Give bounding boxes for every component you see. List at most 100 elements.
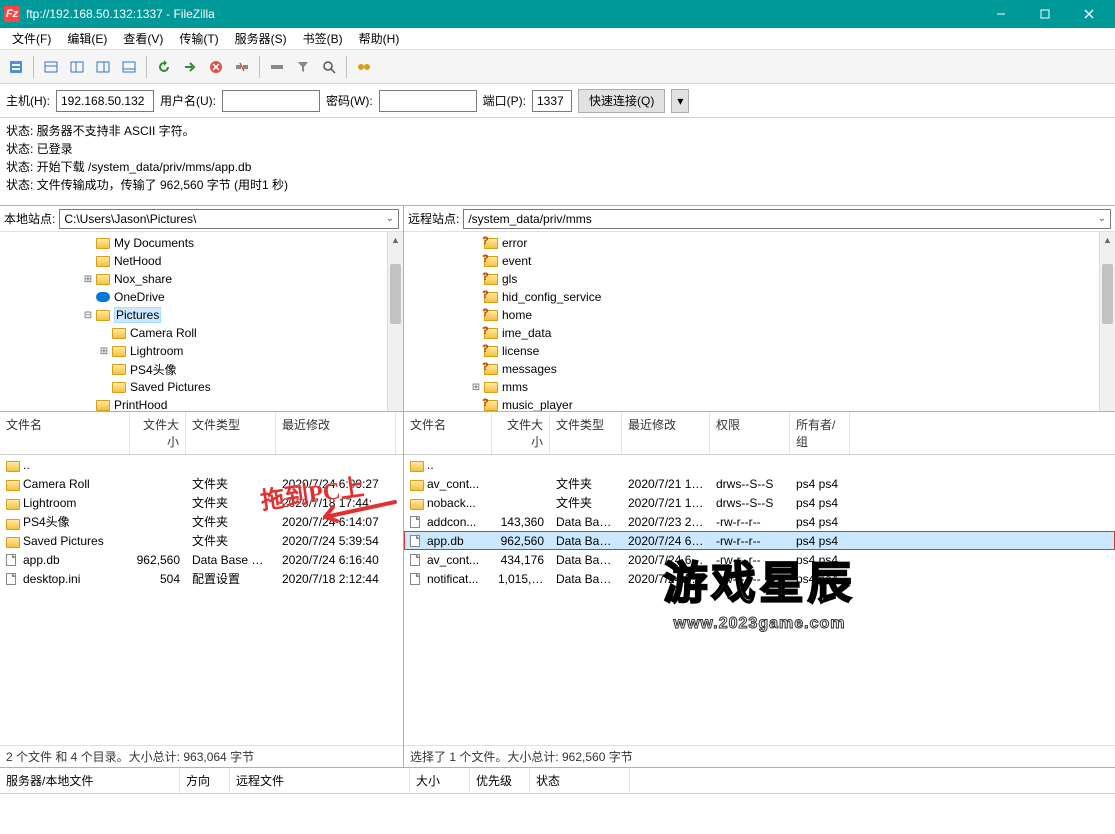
tree-item[interactable]: My Documents [2, 234, 401, 252]
menu-item[interactable]: 文件(F) [4, 28, 59, 49]
tree-item[interactable]: ⊞mms [406, 378, 1113, 396]
local-status: 2 个文件 和 4 个目录。大小总计: 963,064 字节 [0, 745, 403, 767]
menu-item[interactable]: 编辑(E) [59, 28, 115, 49]
toolbar [0, 50, 1115, 84]
local-pane: 本地站点: C:\Users\Jason\Pictures\⌄ My Docum… [0, 206, 404, 767]
tree-item[interactable]: ⊞Nox_share [2, 270, 401, 288]
column-header[interactable]: 文件类型 [186, 412, 276, 454]
reconnect-button[interactable] [265, 55, 289, 79]
tree-item[interactable]: OneDrive [2, 288, 401, 306]
list-item[interactable]: PS4头像文件夹2020/7/24 6:14:07 [0, 512, 403, 531]
quickconnect-dropdown[interactable]: ▾ [671, 89, 689, 113]
toggle-log-button[interactable] [39, 55, 63, 79]
refresh-button[interactable] [152, 55, 176, 79]
menu-item[interactable]: 书签(B) [295, 28, 351, 49]
port-input[interactable] [532, 90, 572, 112]
list-item[interactable]: addcon...143,360Data Base...2020/7/23 20… [404, 512, 1115, 531]
column-header[interactable]: 文件大小 [130, 412, 186, 454]
tree-item[interactable]: hid_config_service [406, 288, 1113, 306]
list-item[interactable]: av_cont...434,176Data Base...2020/7/24 6… [404, 550, 1115, 569]
queue-column-header[interactable]: 远程文件 [230, 768, 410, 793]
tree-item[interactable]: home [406, 306, 1113, 324]
minimize-button[interactable] [979, 0, 1023, 28]
menu-item[interactable]: 帮助(H) [351, 28, 408, 49]
menu-item[interactable]: 传输(T) [171, 28, 226, 49]
list-item[interactable]: notificat...1,015,808Data Base...2020/7/… [404, 569, 1115, 588]
log-line: 状态: 已登录 [6, 140, 1109, 158]
column-header[interactable]: 权限 [710, 412, 790, 454]
tree-item[interactable]: license [406, 342, 1113, 360]
tree-item[interactable]: Saved Pictures [2, 378, 401, 396]
quickconnect-button[interactable]: 快速连接(Q) [578, 89, 665, 113]
tree-item[interactable]: ime_data [406, 324, 1113, 342]
tree-item[interactable]: messages [406, 360, 1113, 378]
quickconnect-bar: 主机(H): 用户名(U): 密码(W): 端口(P): 快速连接(Q) ▾ [0, 84, 1115, 118]
process-queue-button[interactable] [178, 55, 202, 79]
local-tree[interactable]: My DocumentsNetHood⊞Nox_shareOneDrive⊟Pi… [0, 232, 403, 412]
list-item[interactable]: Camera Roll文件夹2020/7/24 6:09:27 [0, 474, 403, 493]
transfer-queue[interactable]: 服务器/本地文件方向远程文件大小优先级状态 [0, 768, 1115, 834]
column-header[interactable]: 所有者/组 [790, 412, 850, 454]
column-header[interactable]: 文件名 [0, 412, 130, 454]
tree-item[interactable]: NetHood [2, 252, 401, 270]
menubar: 文件(F)编辑(E)查看(V)传输(T)服务器(S)书签(B)帮助(H) [0, 28, 1115, 50]
list-item[interactable]: av_cont...文件夹2020/7/21 13...drws--S--Sps… [404, 474, 1115, 493]
queue-column-header[interactable]: 服务器/本地文件 [0, 768, 180, 793]
toggle-remote-tree-button[interactable] [91, 55, 115, 79]
site-manager-button[interactable] [4, 55, 28, 79]
list-item[interactable]: Lightroom文件夹2020/7/18 17:44:... [0, 493, 403, 512]
queue-column-header[interactable]: 大小 [410, 768, 470, 793]
remote-tree[interactable]: erroreventglshid_config_servicehomeime_d… [404, 232, 1115, 412]
compare-button[interactable] [352, 55, 376, 79]
list-item[interactable]: desktop.ini504配置设置2020/7/18 2:12:44 [0, 569, 403, 588]
local-site-label: 本地站点: [4, 210, 55, 227]
remote-status: 选择了 1 个文件。大小总计: 962,560 字节 [404, 745, 1115, 767]
toggle-queue-button[interactable] [117, 55, 141, 79]
local-path-combo[interactable]: C:\Users\Jason\Pictures\⌄ [59, 209, 399, 229]
list-item[interactable]: .. [404, 455, 1115, 474]
close-button[interactable] [1067, 0, 1111, 28]
filter-button[interactable] [291, 55, 315, 79]
cancel-button[interactable] [204, 55, 228, 79]
queue-column-header[interactable]: 方向 [180, 768, 230, 793]
toggle-local-tree-button[interactable] [65, 55, 89, 79]
tree-item[interactable]: music_player [406, 396, 1113, 412]
tree-item[interactable]: PS4头像 [2, 360, 401, 378]
list-item[interactable]: .. [0, 455, 403, 474]
list-item[interactable]: noback...文件夹2020/7/21 13...drws--S--Sps4… [404, 493, 1115, 512]
tree-item[interactable]: Camera Roll [2, 324, 401, 342]
search-button[interactable] [317, 55, 341, 79]
user-label: 用户名(U): [160, 92, 216, 109]
remote-path-combo[interactable]: /system_data/priv/mms⌄ [463, 209, 1111, 229]
username-input[interactable] [222, 90, 320, 112]
password-input[interactable] [379, 90, 477, 112]
column-header[interactable]: 最近修改 [622, 412, 710, 454]
disconnect-button[interactable] [230, 55, 254, 79]
remote-pane: 远程站点: /system_data/priv/mms⌄ erroreventg… [404, 206, 1115, 767]
tree-item[interactable]: event [406, 252, 1113, 270]
log-line: 状态: 服务器不支持非 ASCII 字符。 [6, 122, 1109, 140]
queue-column-header[interactable]: 状态 [530, 768, 630, 793]
remote-site-label: 远程站点: [408, 210, 459, 227]
tree-item[interactable]: PrintHood [2, 396, 401, 412]
watermark-url: www.2023game.com [674, 615, 846, 633]
tree-item[interactable]: ⊟Pictures [2, 306, 401, 324]
column-header[interactable]: 文件大小 [492, 412, 550, 454]
maximize-button[interactable] [1023, 0, 1067, 28]
tree-item[interactable]: gls [406, 270, 1113, 288]
tree-item[interactable]: error [406, 234, 1113, 252]
list-item[interactable]: app.db962,560Data Base File2020/7/24 6:1… [0, 550, 403, 569]
menu-item[interactable]: 查看(V) [115, 28, 171, 49]
menu-item[interactable]: 服务器(S) [227, 28, 295, 49]
column-header[interactable]: 文件类型 [550, 412, 622, 454]
queue-column-header[interactable]: 优先级 [470, 768, 530, 793]
remote-file-list[interactable]: 文件名文件大小文件类型最近修改权限所有者/组 ..av_cont...文件夹20… [404, 412, 1115, 745]
local-file-list[interactable]: 文件名文件大小文件类型最近修改 ..Camera Roll文件夹2020/7/2… [0, 412, 403, 745]
host-input[interactable] [56, 90, 154, 112]
tree-item[interactable]: ⊞Lightroom [2, 342, 401, 360]
list-item[interactable]: app.db962,560Data Base...2020/7/24 6:...… [404, 531, 1115, 550]
list-item[interactable]: Saved Pictures文件夹2020/7/24 5:39:54 [0, 531, 403, 550]
column-header[interactable]: 文件名 [404, 412, 492, 454]
column-header[interactable]: 最近修改 [276, 412, 396, 454]
message-log[interactable]: 状态: 服务器不支持非 ASCII 字符。状态: 已登录状态: 开始下载 /sy… [0, 118, 1115, 206]
